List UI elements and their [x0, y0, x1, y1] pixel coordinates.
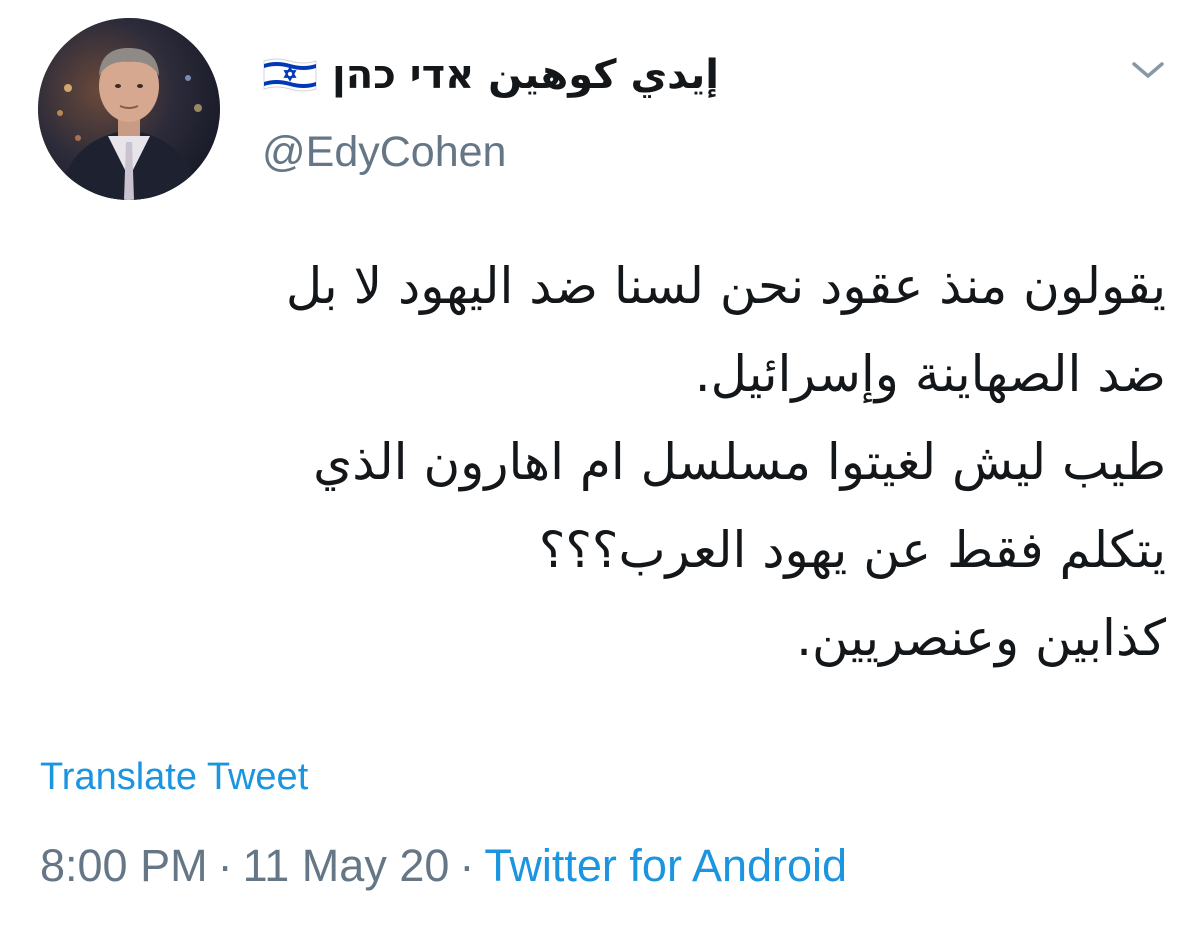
tweet-metadata: 8:00 PM · 11 May 20 · Twitter for Androi… [40, 840, 847, 892]
tweet-text-line: يتكلم فقط عن يهود العرب؟؟؟ [538, 521, 1166, 579]
israel-flag-icon [263, 58, 317, 92]
username-handle[interactable]: @EdyCohen [262, 128, 506, 177]
tweet-date[interactable]: 11 May 20 [243, 840, 450, 892]
author-name-row[interactable]: إيدي كوهين אדי כהן [262, 40, 719, 110]
profile-photo [38, 18, 220, 200]
tweet-text-line: يقولون منذ عقود نحن لسنا ضد اليهود لا بل [285, 257, 1166, 315]
tweet-source-link[interactable]: Twitter for Android [484, 840, 847, 892]
tweet-text-line: كذابين وعنصريين. [796, 609, 1166, 667]
tweet-card: إيدي كوهين אדי כהן @EdyCohen يقولون منذ … [0, 0, 1200, 936]
tweet-text-line: طيب ليش لغيتوا مسلسل ام اهارون الذي [313, 433, 1166, 491]
display-name: إيدي كوهين אדי כהן [332, 52, 719, 98]
chevron-down-icon [1132, 62, 1164, 78]
meta-separator: · [217, 840, 233, 891]
tweet-text: يقولون منذ عقود نحن لسنا ضد اليهود لا بل… [30, 242, 1166, 682]
avatar[interactable] [38, 18, 220, 200]
translate-tweet-link[interactable]: Translate Tweet [40, 756, 308, 799]
meta-separator: · [459, 840, 475, 891]
tweet-menu-button[interactable] [1124, 52, 1172, 88]
tweet-time[interactable]: 8:00 PM [40, 840, 208, 892]
tweet-text-line: ضد الصهاينة وإسرائيل. [694, 345, 1166, 403]
